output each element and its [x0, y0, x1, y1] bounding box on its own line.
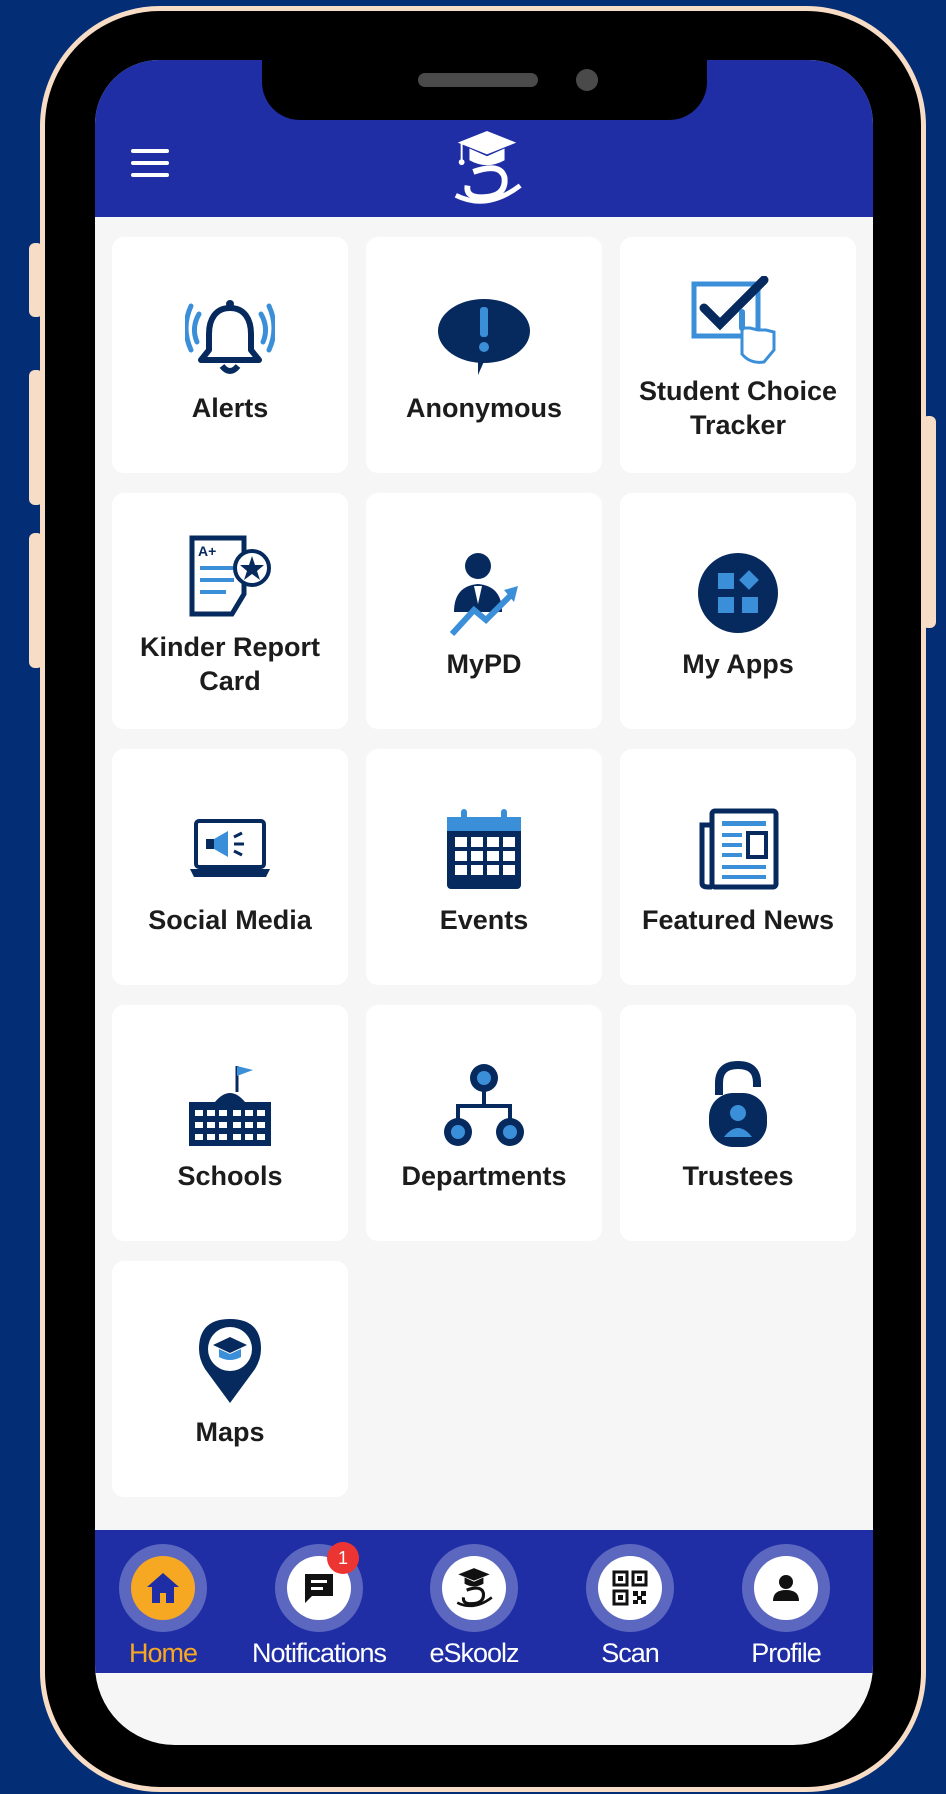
map-pin-graduation-icon [199, 1319, 261, 1403]
nav-notifications-circle: 1 [275, 1542, 363, 1632]
calendar-icon [447, 809, 521, 889]
school-building-icon [189, 1066, 271, 1146]
phone-camera [576, 69, 598, 91]
tile-label: Student Choice Tracker [638, 376, 837, 440]
tile-trustees[interactable]: Trustees [620, 1005, 856, 1241]
tile-label: My Apps [682, 649, 794, 679]
tile-label: Anonymous [405, 393, 562, 423]
tile-alerts[interactable]: Alerts [112, 237, 348, 473]
tile-events[interactable]: Events [366, 749, 602, 985]
nav-eskoolz-circle [430, 1544, 518, 1632]
nav-scan[interactable]: Scan [555, 1544, 705, 1669]
tile-maps[interactable]: Maps [112, 1261, 348, 1497]
tile-featured-news[interactable]: Featured News [620, 749, 856, 985]
feature-grid: Alerts Anonymous Student Choice Tracker … [112, 237, 856, 1497]
nav-label-notifications: Notifications [251, 1638, 387, 1668]
newspaper-icon [699, 808, 779, 890]
home-icon [147, 1573, 179, 1603]
checkbox-hand-icon [691, 276, 776, 364]
nav-label-home: Home [128, 1638, 198, 1668]
apps-grid-icon [698, 553, 778, 633]
nav-notifications[interactable]: 1 Notifications [244, 1542, 394, 1669]
bottom-navigation: Home 1 Notifications eSkoolz Scan Profil… [95, 1530, 873, 1673]
tile-label: Trustees [682, 1161, 794, 1191]
nav-label-scan: Scan [601, 1638, 660, 1668]
tile-anonymous[interactable]: Anonymous [366, 237, 602, 473]
nav-label-eskoolz: eSkoolz [429, 1638, 519, 1668]
tile-label: Maps [195, 1417, 265, 1447]
nav-eskoolz[interactable]: eSkoolz [399, 1544, 549, 1669]
tile-mypd[interactable]: MyPD [366, 493, 602, 729]
laptop-megaphone-icon [190, 819, 270, 877]
tile-label: Social Media [148, 905, 312, 935]
report-card-icon: A+ [189, 535, 271, 617]
hamburger-menu-icon[interactable] [131, 149, 169, 177]
speech-bubble-exclamation-icon [438, 299, 530, 375]
tile-label: Schools [177, 1161, 283, 1191]
tile-label: Featured News [641, 905, 835, 935]
notification-badge: 1 [327, 1542, 359, 1574]
eskoolz-logo-icon [456, 1568, 493, 1608]
nav-home[interactable]: Home [95, 1544, 238, 1669]
app-screen: Alerts Anonymous Student Choice Tracker … [95, 60, 873, 1745]
tile-label: Events [439, 905, 529, 935]
tile-label: Departments [401, 1161, 567, 1191]
phone-speaker [418, 73, 538, 87]
tile-departments[interactable]: Departments [366, 1005, 602, 1241]
bell-ringing-icon [185, 300, 275, 374]
tile-label: Alerts [191, 393, 269, 423]
nav-home-circle [119, 1544, 207, 1632]
chat-message-icon [305, 1574, 333, 1603]
tile-schools[interactable]: Schools [112, 1005, 348, 1241]
phone-notch [262, 60, 707, 120]
nav-profile-circle [742, 1544, 830, 1632]
eskoolz-logo-icon [454, 130, 522, 204]
nav-profile[interactable]: Profile [711, 1544, 861, 1669]
tile-label: MyPD [446, 649, 522, 679]
tile-student-choice-tracker[interactable]: Student Choice Tracker [620, 237, 856, 473]
tile-label: Kinder Report Card [139, 632, 320, 696]
padlock-person-icon [709, 1061, 767, 1147]
nav-label-profile: Profile [751, 1638, 822, 1668]
nav-scan-circle [586, 1544, 674, 1632]
org-chart-icon [444, 1064, 524, 1146]
person-growth-chart-icon [449, 553, 518, 636]
qr-code-icon [612, 1570, 648, 1606]
tile-kinder-report-card[interactable]: A+ Kinder Report Card [112, 493, 348, 729]
tile-social-media[interactable]: Social Media [112, 749, 348, 985]
user-profile-icon [773, 1575, 799, 1601]
tile-my-apps[interactable]: My Apps [620, 493, 856, 729]
svg-text:A+: A+ [198, 543, 216, 559]
